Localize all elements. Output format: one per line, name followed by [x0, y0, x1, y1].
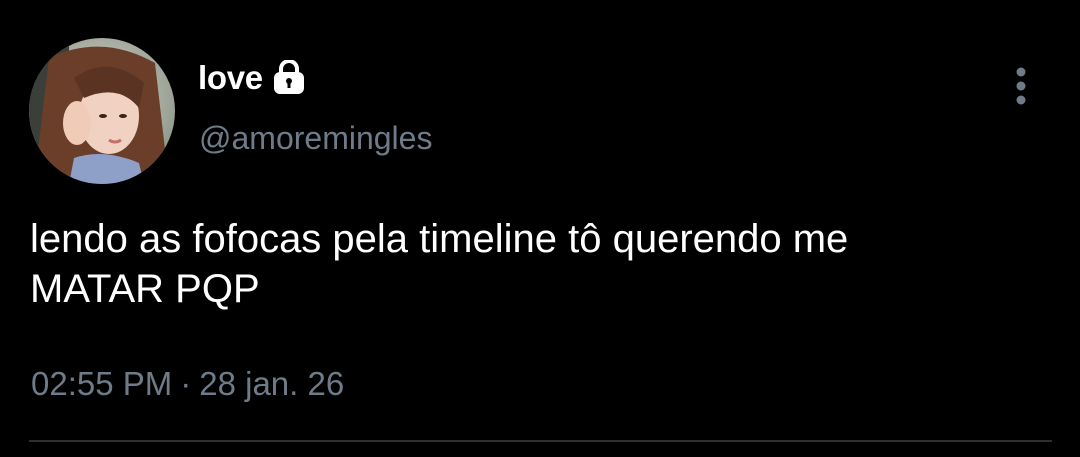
more-vertical-icon [1016, 67, 1026, 105]
tweet-time[interactable]: 02:55 PM [31, 365, 172, 402]
avatar-image [29, 38, 175, 184]
meta-separator: · [180, 365, 192, 402]
more-options-button[interactable] [1004, 64, 1038, 108]
tweet-meta: 02:55 PM · 28 jan. 26 [31, 365, 344, 403]
tweet-text: lendo as fofocas pela timeline tô queren… [30, 217, 849, 311]
lock-icon [271, 59, 307, 96]
avatar[interactable] [29, 38, 175, 184]
divider [29, 440, 1052, 442]
user-handle[interactable]: @amoremingles [199, 120, 432, 157]
display-name[interactable]: love [198, 59, 263, 97]
tweet-card: love @amoremingles lendo as fofocas pela… [0, 0, 1080, 457]
tweet-date[interactable]: 28 jan. 26 [199, 365, 344, 402]
display-name-row[interactable]: love [198, 56, 307, 100]
